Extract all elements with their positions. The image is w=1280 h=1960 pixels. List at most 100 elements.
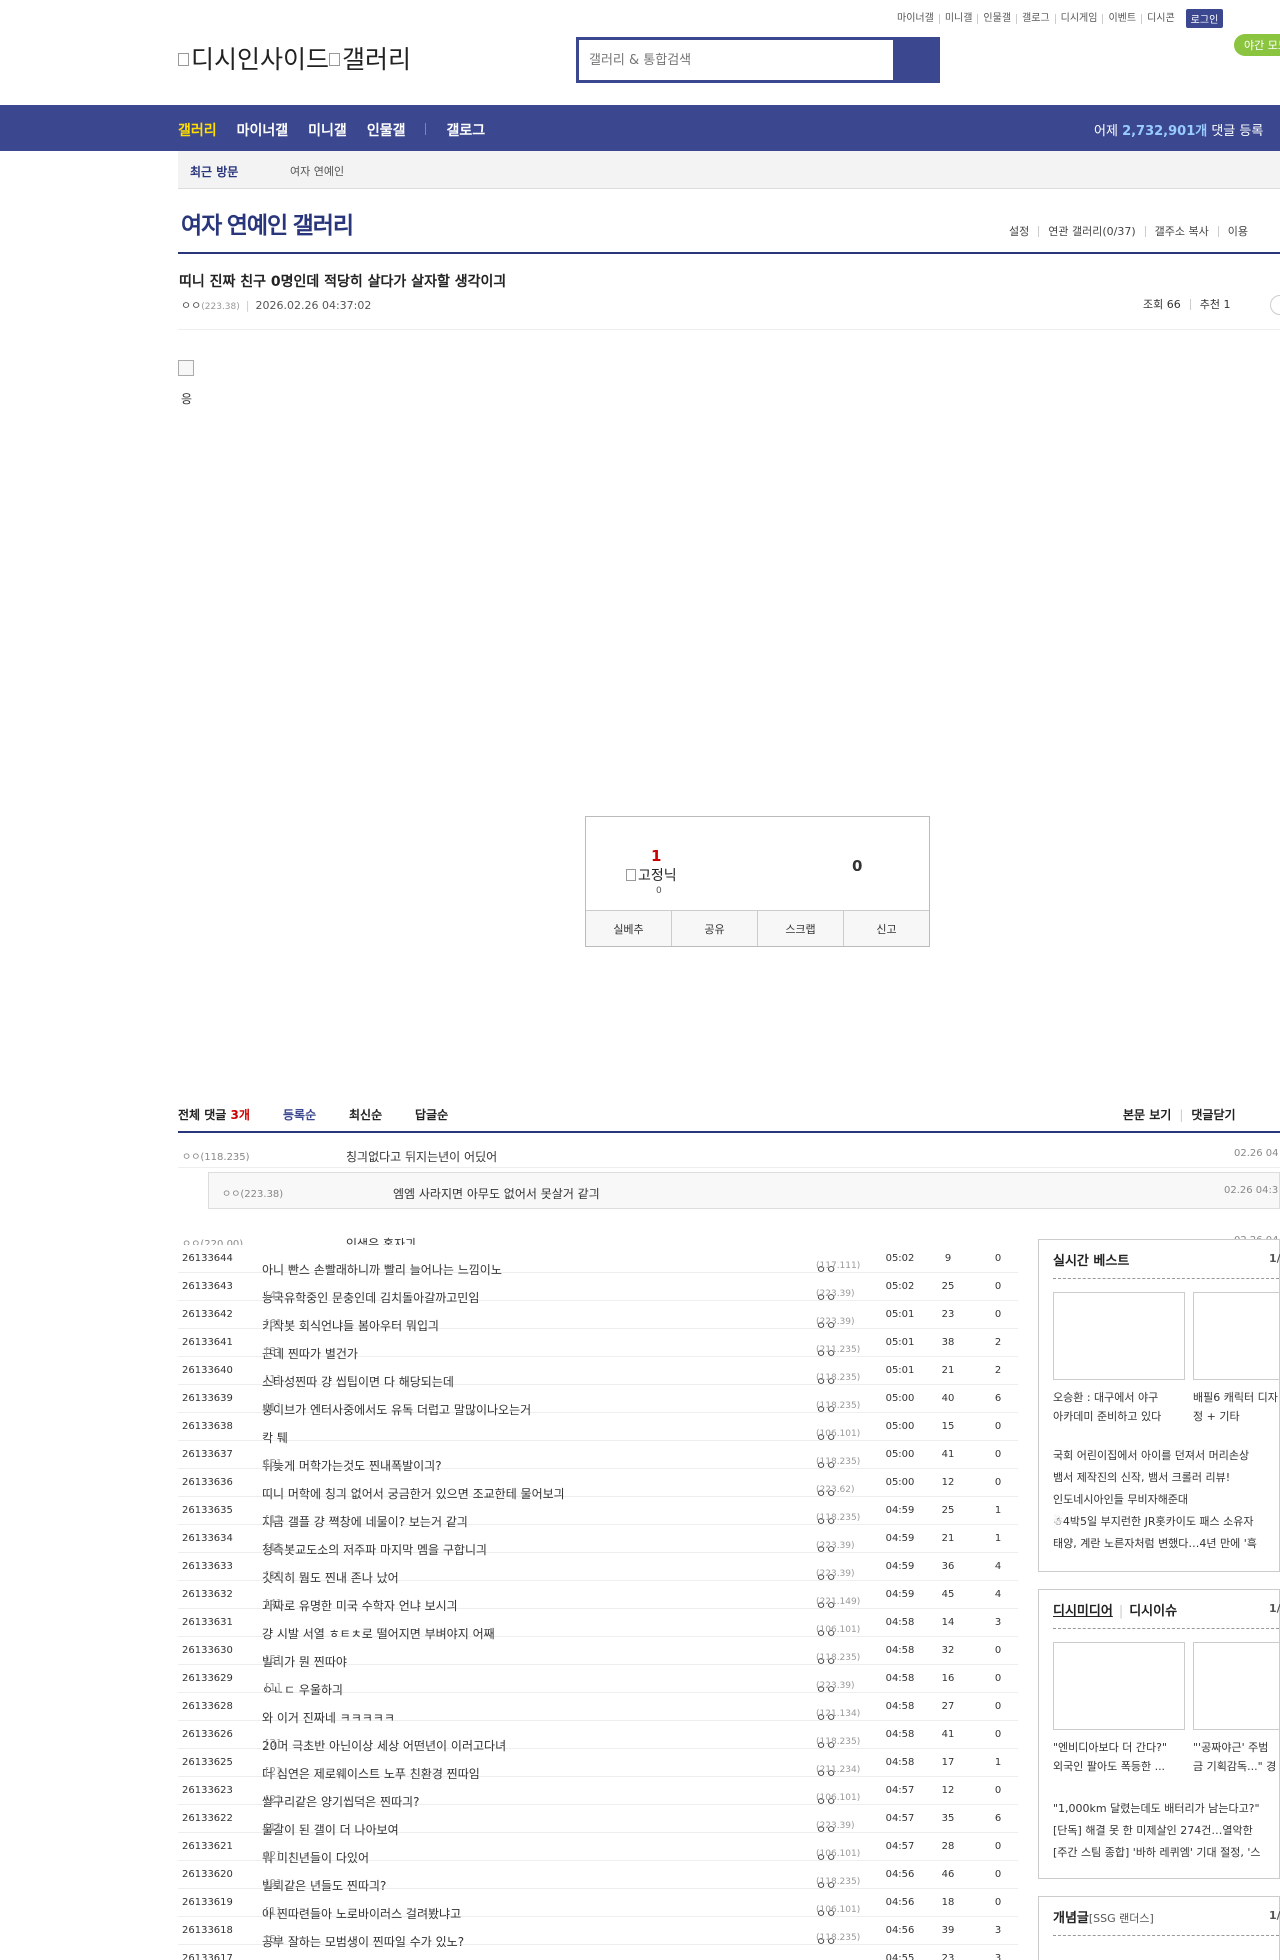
table-row[interactable]: 26133633 갓직히 뭠도 찐내 존나 났어 [1] ㅇㅇ (223.39) 04:… <box>178 1553 1018 1585</box>
table-row[interactable]: 26133640 스타성찐따 걍 씹팁이면 다 해당되는데 [1] ㅇㅇ (118.2… <box>178 1357 1018 1389</box>
best-news-item[interactable]: 태양, 계란 노른자처럼 변했다…4년 만에 '흑 <box>1053 1533 1257 1555</box>
table-row[interactable]: 26133644 아니 빤스 손빨래하니까 빨리 늘어나는 느낌이노 ㅇㅇ (117… <box>178 1245 1018 1277</box>
table-row[interactable]: 26133617제출찐따가 ㅋㅇ 실연인ㅇㅇ (223.39)04:55233 <box>178 1945 1018 1960</box>
gnb-mini[interactable]: 미니갤 <box>308 120 347 140</box>
best-caption[interactable]: 오승환 : 대구에서 야구 아카데미 준비하고 있다 <box>1053 1388 1193 1426</box>
post-time: 04:56 <box>885 1897 915 1908</box>
util-link-game[interactable]: 디시게임 <box>1054 13 1103 24</box>
table-row[interactable]: 26133637 뒤늦게 머학가는것도 찐내폭발이긔? [5] ㅇㅇ (118.235… <box>178 1441 1018 1473</box>
table-row[interactable]: 26133620 빌뢰같은 년들도 찐따긔? [9] ㅇㅇ (118.235) 04:5… <box>178 1861 1018 1893</box>
table-row[interactable]: 26133618 공부 잘하는 모범생이 찐따일 수가 있노? [5] ㅇㅇ (118… <box>178 1917 1018 1949</box>
util-link-mini[interactable]: 미니갤 <box>938 13 978 24</box>
concept-title-text[interactable]: 개념글 <box>1053 1911 1089 1926</box>
view-body-link[interactable]: 본문 보기 <box>1123 1108 1171 1122</box>
table-row[interactable]: 26133643 능국유학중인 문충인데 김치돌아갈까고민임 [4] ㅇㅇ (223.… <box>178 1273 1018 1305</box>
media-news-item[interactable]: "1,000km 달렸는데도 배터리가 남는다고?" <box>1053 1798 1261 1820</box>
media-caption[interactable]: "'공짜야근' 주범 금 기획감독..." 경 <box>1193 1738 1280 1776</box>
best-news-item[interactable]: 인도네시아인들 무비자해준대 <box>1053 1489 1257 1511</box>
fixed-nick-upvote[interactable]: 고정닉 <box>626 865 677 885</box>
sort-registered[interactable]: 등록순 <box>283 1106 316 1123</box>
table-row[interactable]: 26133619 아 찐따련들아 노로바이러스 걸려봤냐고 [1] ㅇㅇ (106.1… <box>178 1889 1018 1921</box>
settings-link[interactable]: 설정 <box>1000 226 1038 237</box>
post-recs: 6 <box>994 1393 1002 1404</box>
best-recommend-button[interactable]: 실베추 <box>586 911 671 946</box>
night-mode-toggle[interactable]: 야간 모드 <box>1234 34 1280 56</box>
table-row[interactable]: 26133623 쌀구리같은 양기씹덕은 찐따긔? [2] ㅇㅇ (106.101) 0… <box>178 1777 1018 1809</box>
best-thumbnail[interactable] <box>1053 1292 1185 1380</box>
post-time: 04:58 <box>885 1757 915 1768</box>
sort-reply[interactable]: 답글순 <box>415 1106 448 1123</box>
post-author-ip: (223.38) <box>201 302 240 312</box>
recent-visit-item[interactable]: 여자 연예인 <box>290 163 344 179</box>
realtime-best-title[interactable]: 실시간 베스트 <box>1053 1250 1129 1269</box>
table-row[interactable]: 26133642 키작봇 회식언냐들 봄아우터 뭐입긔 [6] ㅇㅇ (223.39)… <box>178 1301 1018 1333</box>
scrap-button[interactable]: 스크랩 <box>757 911 843 946</box>
table-row[interactable]: 26133635 지금 갤플 걍 쪅창에 네물이? 보는거 같긔 [1] ㅇㅇ (11… <box>178 1497 1018 1529</box>
table-row[interactable]: 26133636 띠니 머학에 칭긔 없어서 궁금한거 있으면 조교한테 물어보긔… <box>178 1469 1018 1501</box>
comment-nick[interactable]: ㅇㅇ(223.38) <box>222 1185 283 1200</box>
table-row[interactable]: 26133632 괴짜로 유명한 미국 수학자 언냐 보시긔 [4] ㅇㅇ (221.… <box>178 1581 1018 1613</box>
gnb-gallery[interactable]: 갤러리 <box>178 120 217 140</box>
post-author[interactable]: ㅇㅇ <box>181 299 201 312</box>
sort-latest[interactable]: 최신순 <box>349 1106 382 1123</box>
gnb-gallog[interactable]: 갤로그 <box>446 120 485 140</box>
post-views: 40 <box>941 1393 955 1404</box>
media-news-item[interactable]: [주간 스팀 종합] '바하 레퀴엠' 기대 절정, '스 <box>1053 1842 1261 1864</box>
table-row[interactable]: 26133628 와 이거 진짜네 ㅋㅋㅋㅋㅋ ㅇㅇ (121.134) 04:58 2… <box>178 1693 1018 1725</box>
gnb-minor[interactable]: 마이너갤 <box>237 120 289 140</box>
table-row[interactable]: 26133626 20머 극초반 아닌이상 세상 어떤년이 이러고다녀 [3] ㅇㅇ … <box>178 1721 1018 1753</box>
comment-time: 02.26 04:3 <box>1224 1185 1279 1196</box>
util-link-dccon[interactable]: 디시콘 <box>1141 13 1180 24</box>
util-link-event[interactable]: 이벤트 <box>1102 13 1141 24</box>
util-link-minor[interactable]: 마이너갤 <box>892 13 939 24</box>
post-number: 26133639 <box>182 1393 233 1404</box>
best-news-item[interactable]: ☃4박5일 부지런한 JR홋카이도 패스 소유자 <box>1053 1511 1257 1533</box>
post-time: 05:00 <box>885 1477 915 1488</box>
util-link-person[interactable]: 인물갤 <box>977 13 1016 24</box>
gnb-person[interactable]: 인물갤 <box>367 120 406 140</box>
best-caption[interactable]: 배필6 캐릭터 디자 정 + 기타 <box>1193 1388 1280 1426</box>
table-row[interactable]: 26133631 걍 시발 서열 ㅎㅌㅊ로 떨어지면 부벼야지 어째 ㅇㅇ (106… <box>178 1609 1018 1641</box>
post-views: 45 <box>941 1589 955 1600</box>
post-time: 04:58 <box>885 1701 915 1712</box>
best-thumbnail[interactable] <box>1193 1292 1280 1380</box>
comment-nick[interactable]: ㅇㅇ(118.235) <box>182 1148 250 1163</box>
copy-url-link[interactable]: 갤주소 복사 <box>1144 226 1218 237</box>
dcissue-tab[interactable]: 디시이슈 <box>1129 1604 1177 1619</box>
media-thumbnail[interactable] <box>1053 1642 1185 1730</box>
site-logo[interactable]: 디시인사이드 갤러리 <box>178 40 411 76</box>
table-row[interactable]: 26133622 물갈이 된 갤이 더 나아보여 [1] ㅇㅇ (223.39) 04:… <box>178 1805 1018 1837</box>
dcmedia-tab[interactable]: 디시미디어 <box>1053 1604 1113 1619</box>
table-row[interactable]: 26133625 더 심연은 제로웨이스트 노푸 친환경 찐따임 [2] ㅇㅇ (21… <box>178 1749 1018 1781</box>
post-time: 04:59 <box>885 1505 915 1516</box>
post-option-button[interactable] <box>1270 295 1280 315</box>
search-button[interactable] <box>893 40 937 80</box>
media-thumbnail[interactable] <box>1193 1642 1280 1730</box>
global-nav: 갤러리 마이너갤 미니갤 인물갤 갤로그 어제 2,732,901개 댓글 등록 <box>0 105 1280 151</box>
report-button[interactable]: 신고 <box>843 911 929 946</box>
media-news-item[interactable]: [단독] 해결 못 한 미제살인 274건…열악한 <box>1053 1820 1261 1842</box>
post-time: 05:01 <box>885 1365 915 1376</box>
close-comments-link[interactable]: 댓글닫기 <box>1191 1108 1235 1122</box>
related-gallery-link[interactable]: 연관 갤러리(0/37) <box>1038 226 1144 237</box>
login-button[interactable]: 로그인 <box>1185 9 1224 28</box>
best-news-item[interactable]: 뱀서 제작진의 신작, 뱀서 크롤러 리뷰! <box>1053 1467 1257 1489</box>
media-caption[interactable]: "엔비디아보다 더 간다?" 외국인 팔아도 폭등한 ... <box>1053 1738 1193 1776</box>
table-row[interactable]: 26133639 뿡이브가 엔터사중에서도 유독 더럽고 말많이나오는거 [1] ㅇㅇ… <box>178 1385 1018 1417</box>
table-row[interactable]: 26133630 빌리가 뭔 찐따야 [5] ㅇㅇ (118.235) 04:58 32 0 <box>178 1637 1018 1669</box>
writer-ip: (117.111) <box>816 1261 861 1271</box>
search-input[interactable] <box>579 40 893 80</box>
gallery-title[interactable]: 여자 연예인 갤러리 <box>181 206 354 240</box>
post-recs: 0 <box>994 1645 1002 1656</box>
share-button[interactable]: 공유 <box>671 911 757 946</box>
best-news-item[interactable]: 국회 어린이집에서 아이를 던져서 머리손상 <box>1053 1445 1257 1467</box>
usage-link[interactable]: 이용 <box>1217 226 1257 237</box>
concept-subtitle: [SSG 랜더스] <box>1088 1912 1154 1925</box>
table-row[interactable]: 26133634 청즉봇교도소의 저주파 마지막 멤을 구합니긔 [1] ㅇㅇ (22… <box>178 1525 1018 1557</box>
table-row[interactable]: 26133629 ㅇㄴㄷ 우울하긔 [1] ㅇㅇ (223.39) 04:58 16 0 <box>178 1665 1018 1697</box>
downvote-count[interactable]: 0 <box>852 857 862 875</box>
table-row[interactable]: 26133621 뭐 미친년들이 다있어 [2] ㅇㅇ (106.101) 04:57 2… <box>178 1833 1018 1865</box>
util-link-gallog[interactable]: 갤로그 <box>1016 13 1055 24</box>
table-row[interactable]: 26133638 칵 퉤 ㅇㅇ (106.101) 05:00 15 0 <box>178 1413 1018 1445</box>
table-row[interactable]: 26133641 근데 찐따가 별건가 [3] ㅇㅇ (211.235) 05:01 38… <box>178 1329 1018 1361</box>
